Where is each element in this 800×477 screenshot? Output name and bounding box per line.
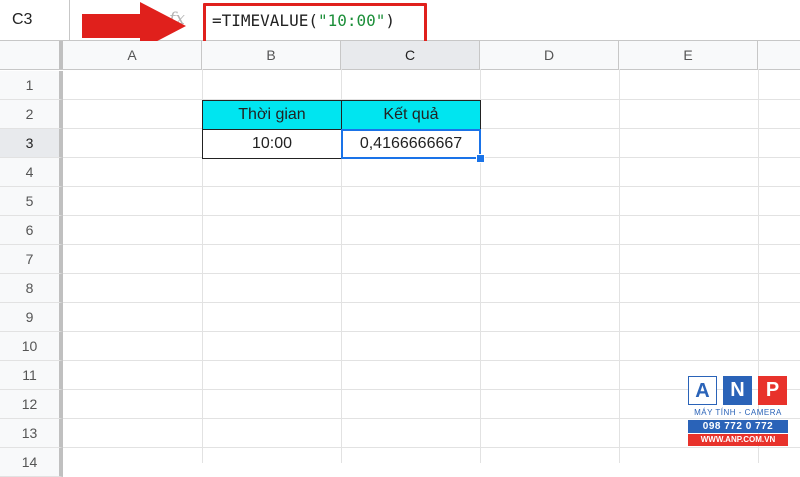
column-header-a[interactable]: A — [63, 41, 202, 69]
grid-line — [63, 215, 800, 216]
row-header-3[interactable]: 3 — [0, 129, 63, 158]
grid-line — [63, 331, 800, 332]
row-header-13[interactable]: 13 — [0, 419, 63, 448]
logo-website: WWW.ANP.COM.VN — [688, 434, 788, 446]
logo-letter-p: P — [758, 376, 787, 405]
cell-b2[interactable]: Thời gian — [202, 100, 342, 130]
column-header-c[interactable]: C — [341, 41, 480, 69]
grid-line — [63, 360, 800, 361]
anp-logo: A N P MÁY TÍNH - CAMERA 098 772 0 772 WW… — [688, 376, 788, 456]
grid-line — [63, 244, 800, 245]
select-all-corner[interactable] — [0, 41, 63, 69]
row-header-4[interactable]: 4 — [0, 158, 63, 187]
row-header-10[interactable]: 10 — [0, 332, 63, 361]
row-header-7[interactable]: 7 — [0, 245, 63, 274]
column-header-d[interactable]: D — [480, 41, 619, 69]
column-header-e[interactable]: E — [619, 41, 758, 69]
logo-phone: 098 772 0 772 — [688, 420, 788, 433]
grid-line — [63, 302, 800, 303]
cell-c3[interactable]: 0,4166666667 — [341, 129, 481, 159]
logo-letters: A N P — [688, 376, 788, 406]
grid-line — [63, 186, 800, 187]
logo-letter-n: N — [723, 376, 752, 405]
cell-b3[interactable]: 10:00 — [202, 129, 342, 159]
grid-line — [63, 273, 800, 274]
fill-handle[interactable] — [476, 154, 485, 163]
row-header-12[interactable]: 12 — [0, 390, 63, 419]
row-header-5[interactable]: 5 — [0, 187, 63, 216]
row-header-1[interactable]: 1 — [0, 71, 63, 100]
logo-letter-a: A — [688, 376, 717, 405]
logo-subtitle: MÁY TÍNH - CAMERA — [694, 408, 782, 417]
row-header-9[interactable]: 9 — [0, 303, 63, 332]
column-header-row: A B C D E — [0, 41, 800, 70]
cell-c2[interactable]: Kết quả — [341, 100, 481, 130]
row-header-6[interactable]: 6 — [0, 216, 63, 245]
row-header-8[interactable]: 8 — [0, 274, 63, 303]
name-box[interactable]: C3 — [0, 0, 70, 40]
row-header-2[interactable]: 2 — [0, 100, 63, 129]
row-header-11[interactable]: 11 — [0, 361, 63, 390]
column-header-b[interactable]: B — [202, 41, 341, 69]
